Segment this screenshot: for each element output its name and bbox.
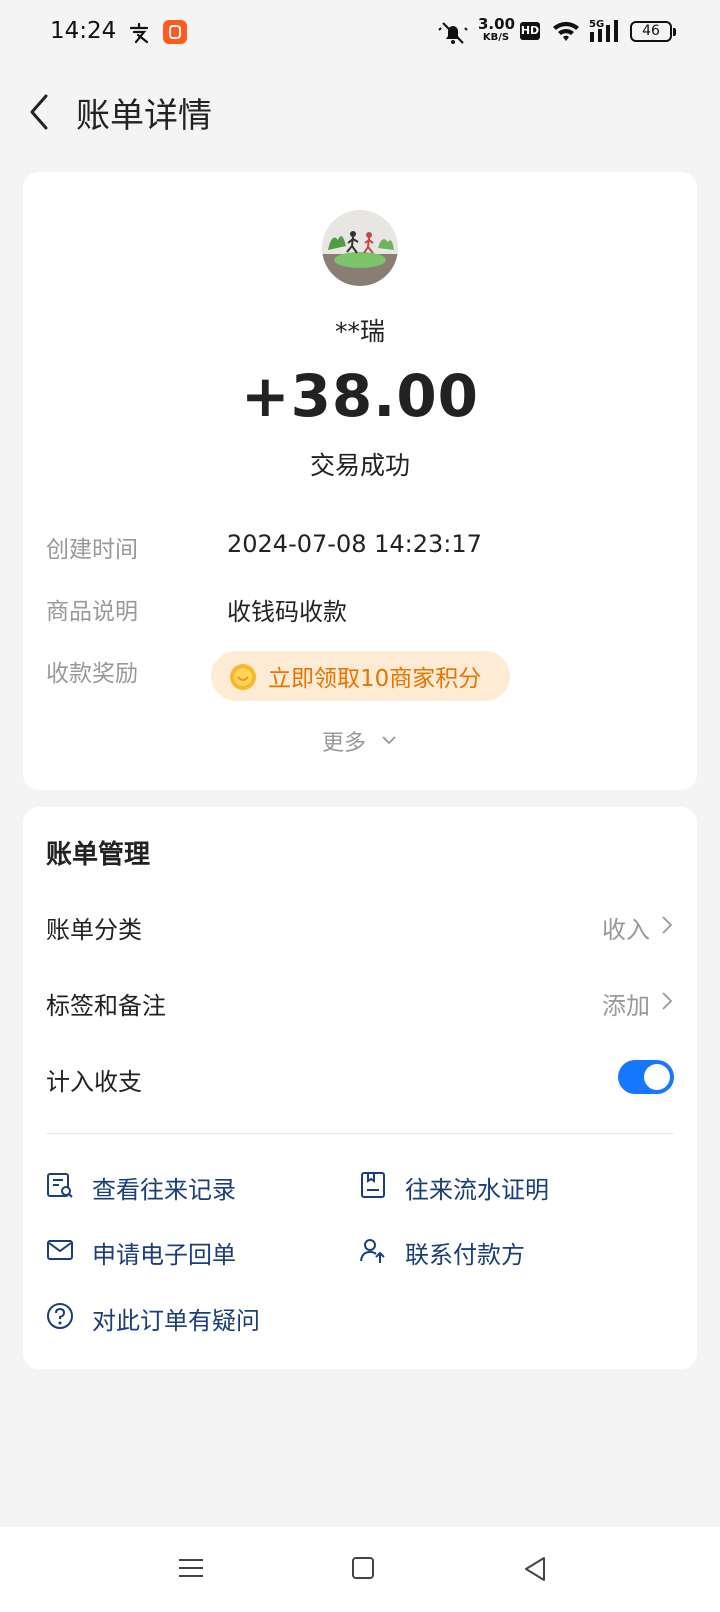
- include-toggle[interactable]: [618, 1060, 674, 1094]
- menu-icon[interactable]: [178, 1555, 204, 1581]
- mail-icon: [47, 1240, 73, 1260]
- detail-label-created-time: 创建时间: [46, 537, 138, 563]
- link-e-receipt[interactable]: 申请电子回单: [92, 1235, 236, 1270]
- transaction-status: 交易成功: [309, 451, 410, 480]
- network-speed-unit: KB/S: [482, 32, 510, 43]
- chevron-right-icon: [662, 916, 673, 934]
- section-title: 账单管理: [46, 840, 151, 870]
- link-view-records[interactable]: 查看往来记录: [92, 1170, 236, 1205]
- amount: +38.00: [240, 362, 480, 430]
- notification-app-icon: [163, 20, 187, 44]
- network-speed-value: 3.00: [478, 15, 516, 33]
- divider: [46, 1133, 674, 1134]
- detail-label-reward: 收款奖励: [46, 661, 138, 687]
- toggle-knob: [644, 1064, 670, 1090]
- svg-text:5G: 5G: [589, 19, 604, 30]
- link-order-question[interactable]: 对此订单有疑问: [92, 1301, 260, 1336]
- coin-icon: [230, 664, 256, 690]
- payer-name: **瑞: [334, 317, 385, 346]
- hd-badge: HD: [520, 22, 540, 40]
- row-value-tags[interactable]: 添加: [602, 986, 650, 1021]
- row-label-include: 计入收支: [46, 1068, 142, 1096]
- chevron-right-icon: [662, 992, 673, 1010]
- page-title: 账单详情: [76, 96, 212, 136]
- record-search-icon: [47, 1173, 73, 1198]
- status-time: 14:24: [50, 18, 117, 44]
- contact-user-icon: [360, 1239, 385, 1263]
- avatar[interactable]: [322, 210, 398, 286]
- detail-label-description: 商品说明: [46, 599, 138, 625]
- network-speed: 3.00 KB/S: [478, 15, 516, 43]
- bell-muted-icon: [438, 22, 468, 44]
- question-icon: [47, 1303, 73, 1329]
- back-icon[interactable]: [24, 90, 54, 134]
- link-statement-proof[interactable]: 往来流水证明: [405, 1170, 549, 1205]
- row-label-tags: 标签和备注: [46, 992, 166, 1020]
- more-button[interactable]: 更多: [322, 725, 366, 757]
- nav-back-icon[interactable]: [523, 1555, 547, 1583]
- battery-indicator: 46: [630, 21, 676, 42]
- alipay-icon: [129, 22, 149, 44]
- home-icon[interactable]: [351, 1555, 375, 1581]
- row-label-category: 账单分类: [46, 916, 142, 944]
- signal-5g-icon: 5G: [589, 19, 618, 42]
- chevron-down-icon: [382, 736, 396, 745]
- link-contact-payer[interactable]: 联系付款方: [405, 1235, 525, 1270]
- detail-value-description: 收钱码收款: [227, 598, 347, 626]
- reward-button-label: 立即领取10商家积分: [268, 666, 482, 692]
- row-value-category[interactable]: 收入: [602, 910, 650, 945]
- detail-value-created-time: 2024-07-08 14:23:17: [227, 530, 482, 558]
- statement-icon: [361, 1172, 385, 1198]
- wifi-icon: [553, 21, 579, 41]
